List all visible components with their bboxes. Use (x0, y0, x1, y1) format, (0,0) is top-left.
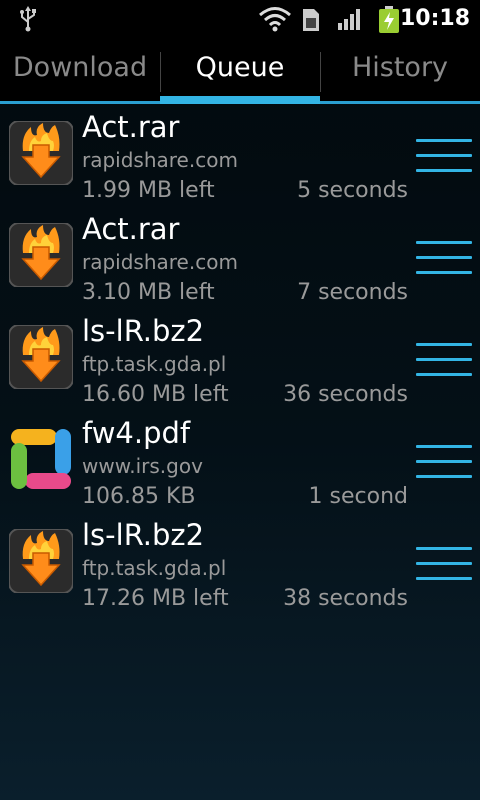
file-host: rapidshare.com (82, 148, 238, 172)
list-item[interactable]: ls-lR.bz2 ftp.task.gda.pl 16.60 MB left … (0, 310, 480, 412)
queue-list: Act.rar rapidshare.com 1.99 MB left 5 se… (0, 106, 480, 616)
flame-download-icon (8, 120, 74, 186)
tab-indicator (160, 96, 320, 104)
colorful-square-icon (9, 427, 73, 491)
flame-download-icon (8, 324, 74, 390)
time-remaining: 36 seconds (283, 382, 408, 407)
list-item[interactable]: Act.rar rapidshare.com 1.99 MB left 5 se… (0, 106, 480, 208)
tab-queue[interactable]: Queue (160, 38, 320, 104)
list-item[interactable]: ls-lR.bz2 ftp.task.gda.pl 17.26 MB left … (0, 514, 480, 616)
remaining-size: 1.99 MB left (82, 178, 215, 203)
clock: 10:18 (399, 6, 470, 31)
time-remaining: 7 seconds (297, 280, 408, 305)
file-host: ftp.task.gda.pl (82, 352, 227, 376)
drag-handle-icon[interactable] (416, 445, 472, 481)
time-remaining: 5 seconds (297, 178, 408, 203)
tab-indicator (0, 101, 160, 104)
list-item[interactable]: fw4.pdf www.irs.gov 106.85 KB 1 second (0, 412, 480, 514)
status-bar: 10:18 (0, 0, 480, 38)
tab-divider (160, 52, 161, 92)
drag-handle-icon[interactable] (416, 241, 472, 277)
file-host: www.irs.gov (82, 454, 203, 478)
file-name: ls-lR.bz2 (82, 314, 205, 348)
tab-indicator (320, 101, 480, 104)
tab-bar: Download Queue History (0, 38, 480, 104)
sim-icon (303, 9, 319, 31)
remaining-size: 17.26 MB left (82, 586, 229, 611)
drag-handle-icon[interactable] (416, 343, 472, 379)
file-name: Act.rar (82, 212, 180, 246)
tab-label: Queue (195, 52, 285, 83)
time-remaining: 1 second (308, 484, 408, 509)
file-name: fw4.pdf (82, 416, 191, 450)
remaining-size: 106.85 KB (82, 484, 196, 509)
tab-label: History (351, 52, 449, 83)
battery-charging-icon (379, 6, 399, 33)
drag-handle-icon[interactable] (416, 547, 472, 583)
tab-download[interactable]: Download (0, 38, 160, 104)
remaining-size: 16.60 MB left (82, 382, 229, 407)
time-remaining: 38 seconds (283, 586, 408, 611)
file-host: ftp.task.gda.pl (82, 556, 227, 580)
usb-icon (20, 6, 36, 32)
signal-icon (338, 9, 360, 30)
file-host: rapidshare.com (82, 250, 238, 274)
file-name: Act.rar (82, 110, 180, 144)
flame-download-icon (8, 222, 74, 288)
list-item[interactable]: Act.rar rapidshare.com 3.10 MB left 7 se… (0, 208, 480, 310)
wifi-icon (259, 7, 291, 32)
tab-divider (320, 52, 321, 92)
remaining-size: 3.10 MB left (82, 280, 215, 305)
drag-handle-icon[interactable] (416, 139, 472, 175)
flame-download-icon (8, 528, 74, 594)
tab-history[interactable]: History (320, 38, 480, 104)
file-name: ls-lR.bz2 (82, 518, 205, 552)
tab-label: Download (12, 52, 148, 83)
